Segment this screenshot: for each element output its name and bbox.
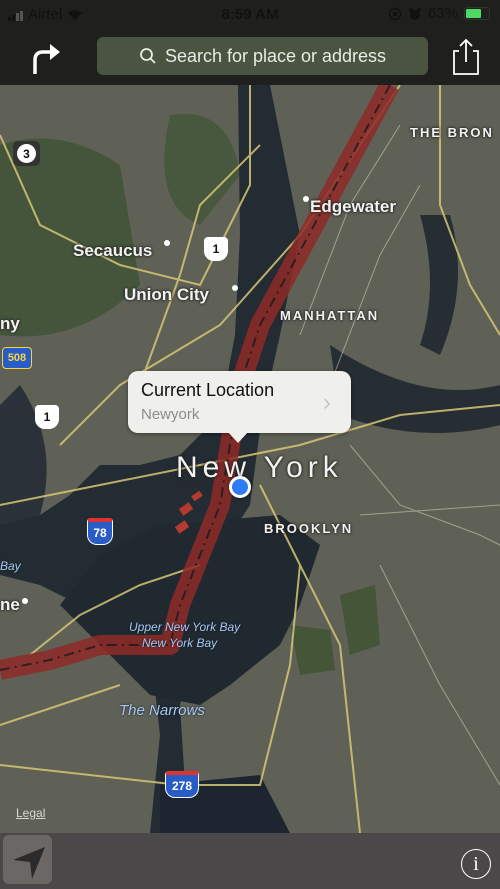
current-location-callout[interactable]: Current Location Newyork › [128,371,351,443]
callout-subtitle: Newyork [141,406,200,423]
status-bar: Airtel 8:59 AM 63% [0,0,500,30]
toolbar: Search for place or address [0,30,500,85]
alarm-icon [408,7,421,20]
turn-right-arrow-icon [33,44,60,74]
secaucus-dot [164,240,170,246]
search-placeholder: Search for place or address [164,45,387,66]
bayonne-dot [22,598,28,604]
current-location-dot[interactable] [229,476,251,498]
label-bayonne: ne [0,595,20,614]
interstate-78-shield: 78 [87,518,113,545]
label-the-bronx: THE BRON [410,125,494,140]
us-1-shield: 1 [204,237,228,261]
label-edgewater: Edgewater [310,197,396,216]
info-icon: i [473,852,479,875]
edgewater-dot [303,196,309,202]
union-city-dot [232,285,238,291]
chevron-right-icon[interactable]: › [323,389,331,417]
label-kearny: ny [0,314,20,333]
label-union-city: Union City [124,285,209,304]
battery-charging-icon [464,7,490,20]
us-1-shield-left: 1 [35,405,59,429]
label-the-narrows: The Narrows [119,702,205,719]
callout-pointer [228,432,248,443]
info-button[interactable]: i [461,849,491,879]
search-icon [140,48,156,64]
label-bay-left: Bay [0,559,21,573]
callout-title: Current Location [141,380,275,400]
map-view[interactable]: THE BRON Edgewater Secaucus Union City M… [0,85,500,833]
county-508-shield: 508 [2,347,32,369]
label-new-york: New York [176,451,343,484]
battery-percent: 63% [427,5,458,22]
route-3-shield: 3 [13,141,40,166]
label-manhattan: MANHATTAN [280,308,380,323]
share-button[interactable] [448,36,484,78]
tracking-button[interactable] [3,835,52,884]
bottom-bar: i [0,833,500,889]
label-brooklyn: BROOKLYN [264,521,354,536]
directions-button[interactable] [26,38,66,78]
label-upper-new-york-bay: Upper New York Bay [129,620,241,634]
location-arrow-icon [13,847,45,879]
label-secaucus: Secaucus [73,241,153,260]
interstate-278-shield: 278 [165,771,199,798]
label-new-york-bay: New York Bay [142,636,218,650]
share-icon [453,38,479,75]
search-field[interactable]: Search for place or address [97,37,428,75]
orientation-lock-icon [388,7,402,20]
legal-link[interactable]: Legal [16,806,45,820]
